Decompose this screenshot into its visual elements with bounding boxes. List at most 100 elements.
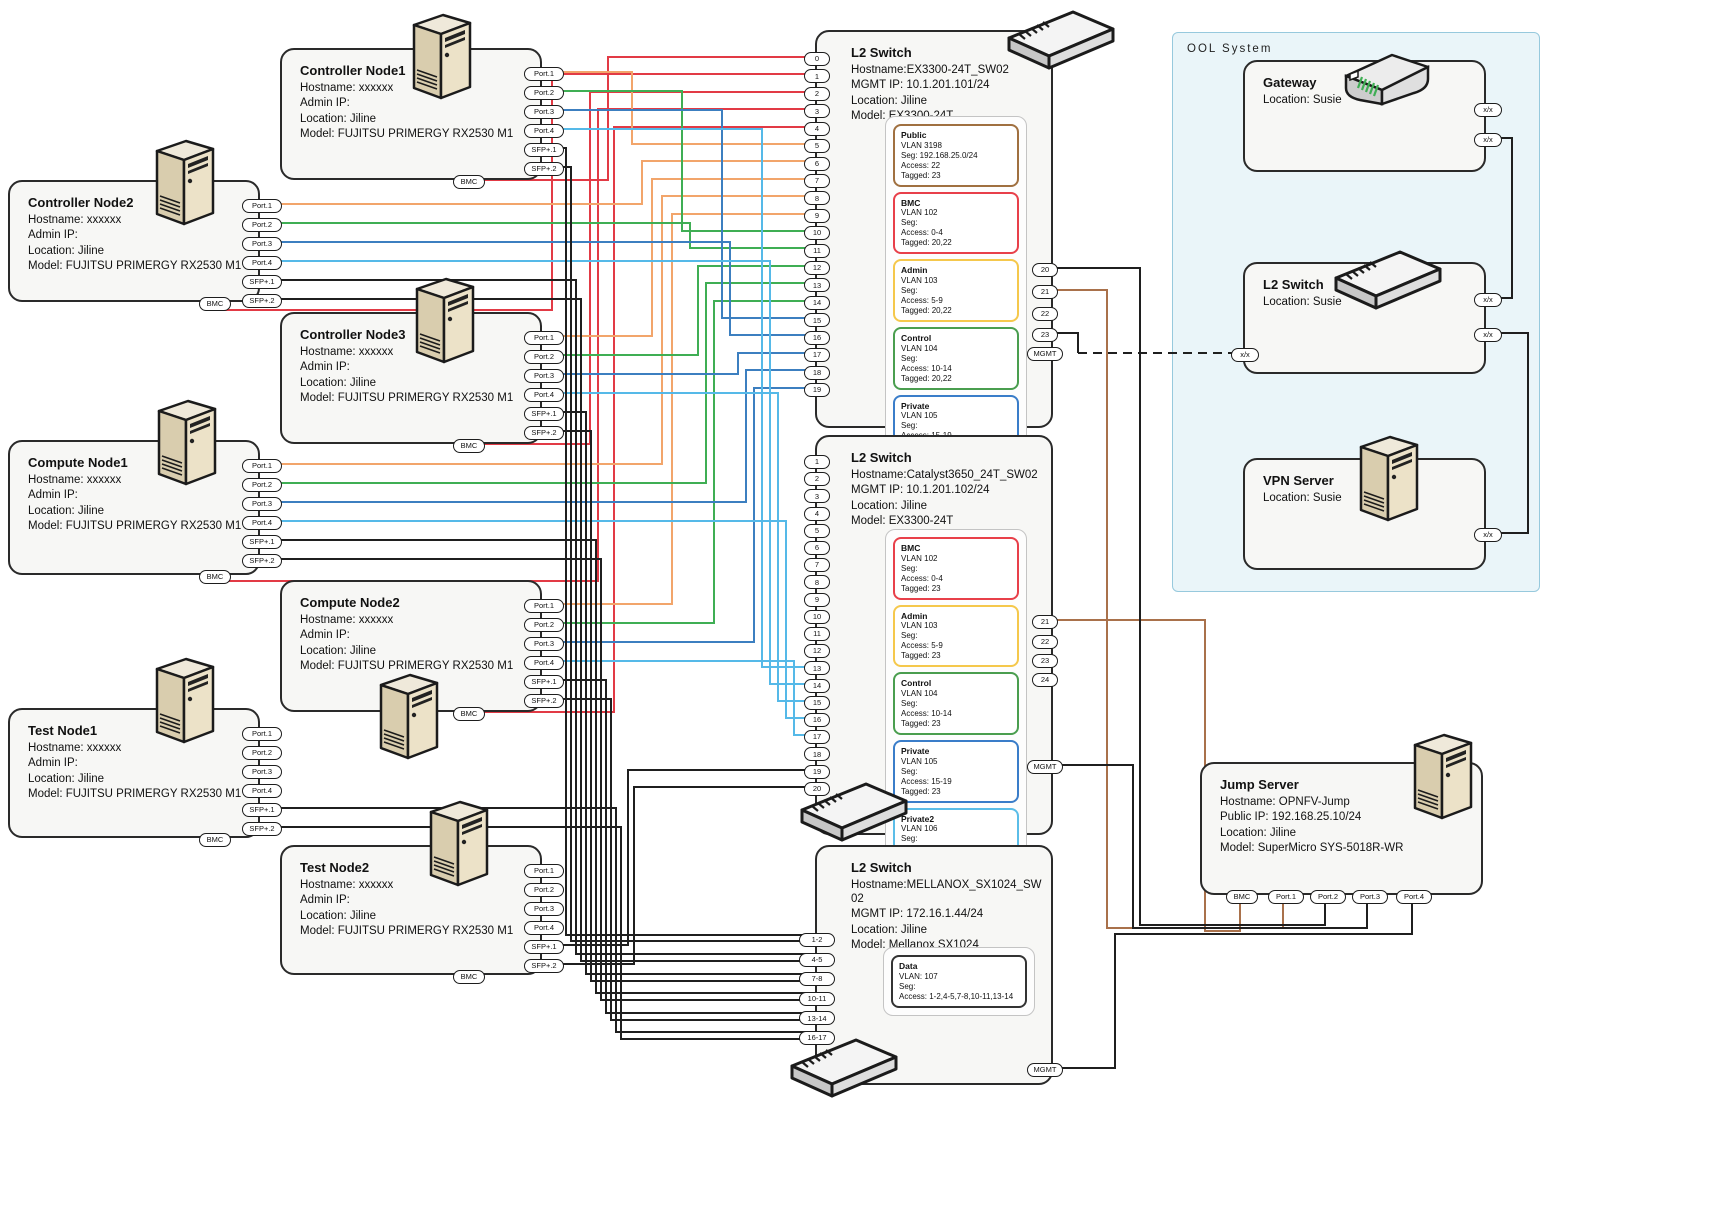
node-detail: Model: FUJITSU PRIMERGY RX2530 M1 bbox=[28, 787, 250, 801]
port-pill: Port.1 bbox=[524, 331, 564, 345]
vlan-detail: VLAN 104 bbox=[901, 689, 1011, 699]
vlan-detail: Seg: bbox=[901, 767, 1011, 777]
vlan-container: BMCVLAN 102Seg:Access: 0-4Tagged: 23Admi… bbox=[885, 529, 1027, 878]
vlan-detail: VLAN 103 bbox=[901, 621, 1011, 631]
node-detail: Location: Jiline bbox=[300, 376, 532, 390]
switch-port-pill: 16-17 bbox=[799, 1031, 835, 1045]
vlan-box-admin: AdminVLAN 103Seg:Access: 5-9Tagged: 20,2… bbox=[893, 259, 1019, 322]
vlan-detail: Seg: bbox=[899, 982, 1019, 992]
vlan-detail: Seg: bbox=[901, 421, 1011, 431]
switch-port-pill: 6 bbox=[804, 157, 830, 171]
connection-line-black bbox=[544, 787, 816, 964]
switch-port-pill: 17 bbox=[804, 348, 830, 362]
vlan-detail: Seg: bbox=[901, 834, 1011, 844]
vlan-box-control: ControlVLAN 104Seg:Access: 10-14Tagged: … bbox=[893, 672, 1019, 735]
switch-port-pill: 23 bbox=[1032, 328, 1058, 342]
port-pill: Port.1 bbox=[242, 459, 282, 473]
switch-port-pill: 6 bbox=[804, 541, 830, 555]
switch-port-pill: 23 bbox=[1032, 654, 1058, 668]
switch-port-pill: 11 bbox=[804, 627, 830, 641]
switch-port-pill: 5 bbox=[804, 139, 830, 153]
vlan-detail: VLAN 102 bbox=[901, 554, 1011, 564]
switch-port-pill: 16 bbox=[804, 713, 830, 727]
port-pill: Port.2 bbox=[524, 350, 564, 364]
port-pill: Port.4 bbox=[524, 921, 564, 935]
switch-detail: Location: Jiline bbox=[851, 499, 1043, 513]
vlan-title: Control bbox=[901, 333, 1011, 344]
switch-port-pill: 9 bbox=[804, 209, 830, 223]
gateway-box: GatewayLocation: Susiex/xx/x bbox=[1243, 60, 1486, 172]
port-pill: Port.1 bbox=[1268, 890, 1304, 904]
node-detail: Model: FUJITSU PRIMERGY RX2530 M1 bbox=[300, 127, 532, 141]
switch-detail: Location: Jiline bbox=[851, 94, 1043, 108]
l2-switch-mellanox-box: L2 SwitchHostname:MELLANOX_SX1024_SW02MG… bbox=[815, 845, 1053, 1085]
vlan-box-bmc: BMCVLAN 102Seg:Access: 0-4Tagged: 20,22 bbox=[893, 192, 1019, 255]
switch-port-pill: 2 bbox=[804, 472, 830, 486]
connection-line-cyan bbox=[544, 129, 816, 667]
connection-line-orange bbox=[544, 179, 816, 336]
node-detail: Admin IP: bbox=[28, 228, 250, 242]
bmc-port-pill: BMC bbox=[453, 707, 485, 721]
vpn-server-box: VPN ServerLocation: Susiex/x bbox=[1243, 458, 1486, 570]
vlan-detail: VLAN 102 bbox=[901, 208, 1011, 218]
switch-port-pill: 8 bbox=[804, 575, 830, 589]
vlan-title: Admin bbox=[901, 265, 1011, 276]
mgmt-port-pill: MGMT bbox=[1027, 760, 1063, 774]
switch-port-pill: 18 bbox=[804, 366, 830, 380]
vlan-detail: Seg: bbox=[901, 564, 1011, 574]
bmc-port-pill: BMC bbox=[199, 570, 231, 584]
vlan-detail: Seg: 192.168.25.0/24 bbox=[901, 151, 1011, 161]
vlan-title: Data bbox=[899, 961, 1019, 972]
port-pill: SFP+.1 bbox=[242, 275, 282, 289]
bmc-port-pill: BMC bbox=[453, 439, 485, 453]
switch-detail: Model: EX3300-24T bbox=[851, 514, 1043, 528]
node-title: Controller Node3 bbox=[300, 327, 532, 343]
port-pill: Port.2 bbox=[242, 746, 282, 760]
vlan-detail: Tagged: 20,22 bbox=[901, 238, 1011, 248]
connection-line-green bbox=[544, 266, 816, 355]
server-node-test-node2: Test Node2Hostname: xxxxxxAdmin IP:Locat… bbox=[280, 845, 542, 975]
connection-line-black bbox=[544, 680, 816, 1013]
jump-server-detail: Location: Jiline bbox=[1220, 826, 1473, 840]
switch-port-pill: 10 bbox=[804, 226, 830, 240]
node-detail: Location: Jiline bbox=[28, 772, 250, 786]
port-pill: SFP+.2 bbox=[524, 959, 564, 973]
port-pill: Port.3 bbox=[242, 765, 282, 779]
node-detail: Location: Jiline bbox=[300, 644, 532, 658]
connection-line-black bbox=[1055, 895, 1412, 1068]
vlan-detail: Seg: bbox=[901, 286, 1011, 296]
switch-title: L2 Switch bbox=[851, 860, 1043, 876]
port-pill: Port.4 bbox=[242, 516, 282, 530]
vlan-title: BMC bbox=[901, 198, 1011, 209]
vlan-detail: Tagged: 20,22 bbox=[901, 374, 1011, 384]
vlan-detail: Tagged: 23 bbox=[901, 584, 1011, 594]
vlan-detail: VLAN 106 bbox=[901, 824, 1011, 834]
vlan-container: DataVLAN: 107Seg:Access: 1-2,4-5,7-8,10-… bbox=[883, 947, 1035, 1016]
vlan-box-private: PrivateVLAN 105Seg:Access: 15-19Tagged: … bbox=[893, 740, 1019, 803]
port-pill: x/x bbox=[1474, 528, 1502, 542]
switch-port-pill: 5 bbox=[804, 524, 830, 538]
port-pill: Port.2 bbox=[524, 883, 564, 897]
port-pill: Port.2 bbox=[524, 618, 564, 632]
connection-line-cyan bbox=[544, 393, 816, 701]
switch-port-pill: 14 bbox=[804, 296, 830, 310]
vlan-detail: VLAN 105 bbox=[901, 757, 1011, 767]
node-title: Compute Node2 bbox=[300, 595, 532, 611]
node-detail: Admin IP: bbox=[300, 96, 532, 110]
node-title: Test Node2 bbox=[300, 860, 532, 876]
port-pill: Port.1 bbox=[524, 67, 564, 81]
port-pill: Port.4 bbox=[524, 124, 564, 138]
node-detail: Location: Jiline bbox=[28, 244, 250, 258]
port-pill: SFP+.1 bbox=[524, 143, 564, 157]
node-detail: Hostname: xxxxxx bbox=[300, 878, 532, 892]
node-detail: Hostname: xxxxxx bbox=[300, 81, 532, 95]
switch-port-pill: 12 bbox=[804, 644, 830, 658]
port-pill: Port.4 bbox=[1396, 890, 1432, 904]
switch-port-pill: 0 bbox=[804, 52, 830, 66]
vlan-detail: Access: 0-4 bbox=[901, 228, 1011, 238]
vlan-title: Control bbox=[901, 678, 1011, 689]
connection-line-blue bbox=[544, 353, 816, 374]
switch-port-pill: 13 bbox=[804, 278, 830, 292]
port-pill: SFP+.2 bbox=[242, 822, 282, 836]
vlan-title: Admin bbox=[901, 611, 1011, 622]
